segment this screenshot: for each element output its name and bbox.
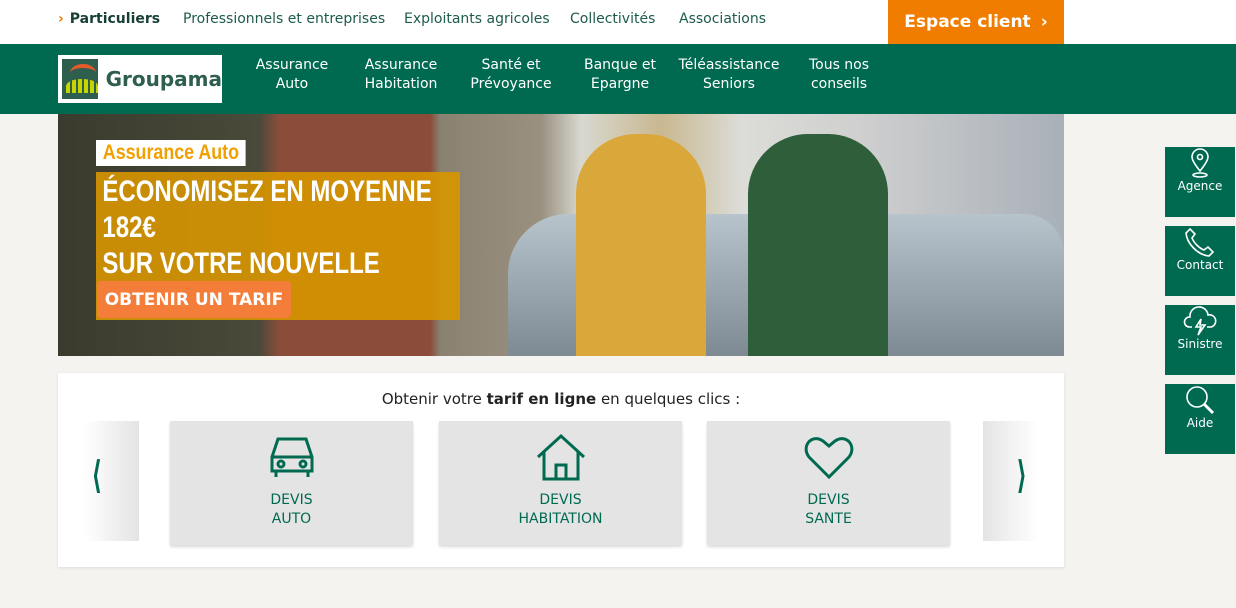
card-label: SANTE xyxy=(805,511,852,527)
espace-client-button[interactable]: Espace client › xyxy=(888,0,1064,44)
nav-teleassistance[interactable]: Téléassistance Seniors xyxy=(667,56,791,94)
sidebar-label: Aide xyxy=(1186,416,1214,430)
nav-conseils[interactable]: Tous nos conseils xyxy=(787,56,891,94)
nav-line: Habitation xyxy=(364,76,438,92)
nav-line: Seniors xyxy=(703,76,755,92)
house-icon xyxy=(536,433,585,481)
main-nav: Groupama Assurance Auto Assurance Habitati… xyxy=(0,44,1236,114)
sidebar-agence[interactable]: Agence xyxy=(1165,147,1235,217)
carousel-next-button[interactable]: ⟩ xyxy=(1016,453,1026,497)
devis-habitation-card[interactable]: DEVIS HABITATION xyxy=(439,421,682,545)
nav-line: Assurance xyxy=(364,57,438,73)
carousel-prev-button[interactable]: ⟨ xyxy=(91,453,101,497)
nav-line: Téléassistance xyxy=(678,57,780,73)
sidebar-aide[interactable]: Aide xyxy=(1165,384,1235,454)
logo-mark xyxy=(62,59,98,99)
espace-client-label: Espace client xyxy=(904,12,1031,32)
card-label: HABITATION xyxy=(518,511,603,527)
car-icon xyxy=(270,437,313,477)
groupama-logo[interactable]: Groupama xyxy=(58,55,222,103)
nav-line: Banque et xyxy=(584,57,656,73)
link-label: Particuliers xyxy=(69,11,161,27)
nav-line: conseils xyxy=(810,76,868,92)
storm-cloud-icon xyxy=(1183,306,1217,336)
nav-banque-epargne[interactable]: Banque et Epargne xyxy=(568,56,672,94)
top-bar: › Particuliers Professionnels et entrepri… xyxy=(0,0,1236,44)
sidebar-contact[interactable]: Contact xyxy=(1165,226,1235,296)
quote-title: Obtenir votre tarif en ligne en quelques… xyxy=(58,390,1064,408)
obtenir-tarif-button[interactable]: OBTENIR UN TARIF xyxy=(97,281,291,318)
hero-tag: Assurance Auto xyxy=(96,140,246,166)
title-text: Obtenir votre xyxy=(381,390,487,408)
chevron-right-icon: › xyxy=(1040,12,1048,32)
heart-icon xyxy=(804,437,853,480)
side-toolbar: Agence Contact Sinistre Aide xyxy=(1165,138,1235,455)
card-label: AUTO xyxy=(271,511,312,527)
nav-line: Prévoyance xyxy=(470,76,552,92)
segment-professionnels[interactable]: Professionnels et entreprises xyxy=(183,11,385,27)
carousel-next-edge xyxy=(983,421,1038,541)
hero-banner: Assurance Auto ÉCONOMISEZ EN MOYENNE 182… xyxy=(58,114,1064,356)
card-label: DEVIS xyxy=(807,492,850,508)
nav-assurance-habitation[interactable]: Assurance Habitation xyxy=(349,56,453,94)
nav-line: Tous nos xyxy=(808,57,870,73)
nav-line: Epargne xyxy=(590,76,650,92)
chevron-right-icon: › xyxy=(58,11,64,27)
card-label: DEVIS xyxy=(539,492,582,508)
nav-line: Auto xyxy=(275,76,309,92)
logo-text: Groupama xyxy=(105,67,222,91)
search-icon xyxy=(1186,386,1215,415)
segment-particuliers[interactable]: › Particuliers xyxy=(58,11,160,27)
nav-sante-prevoyance[interactable]: Santé et Prévoyance xyxy=(459,56,563,94)
sidebar-sinistre[interactable]: Sinistre xyxy=(1165,305,1235,375)
sidebar-label: Sinistre xyxy=(1177,337,1223,351)
segment-collectivites[interactable]: Collectivités xyxy=(570,11,655,27)
devis-auto-card[interactable]: DEVIS AUTO xyxy=(170,421,413,545)
location-pin-icon xyxy=(1191,148,1209,178)
nav-line: Santé et xyxy=(481,57,541,73)
hero-person-image xyxy=(576,134,706,356)
devis-sante-card[interactable]: DEVIS SANTE xyxy=(707,421,950,545)
segment-agricoles[interactable]: Exploitants agricoles xyxy=(404,11,550,27)
nav-line: Assurance xyxy=(255,57,329,73)
sidebar-label: Agence xyxy=(1177,179,1223,193)
sidebar-label: Contact xyxy=(1176,258,1224,272)
hero-person-image xyxy=(748,134,888,356)
phone-icon xyxy=(1185,227,1215,257)
card-label: DEVIS xyxy=(270,492,313,508)
title-bold: tarif en ligne xyxy=(486,390,597,408)
headline-line: ÉCONOMISEZ EN MOYENNE 182€ xyxy=(102,175,432,244)
nav-assurance-auto[interactable]: Assurance Auto xyxy=(240,56,344,94)
segment-associations[interactable]: Associations xyxy=(679,11,766,27)
quote-panel: Obtenir votre tarif en ligne en quelques… xyxy=(58,373,1064,567)
title-text: en quelques clics : xyxy=(596,390,741,408)
